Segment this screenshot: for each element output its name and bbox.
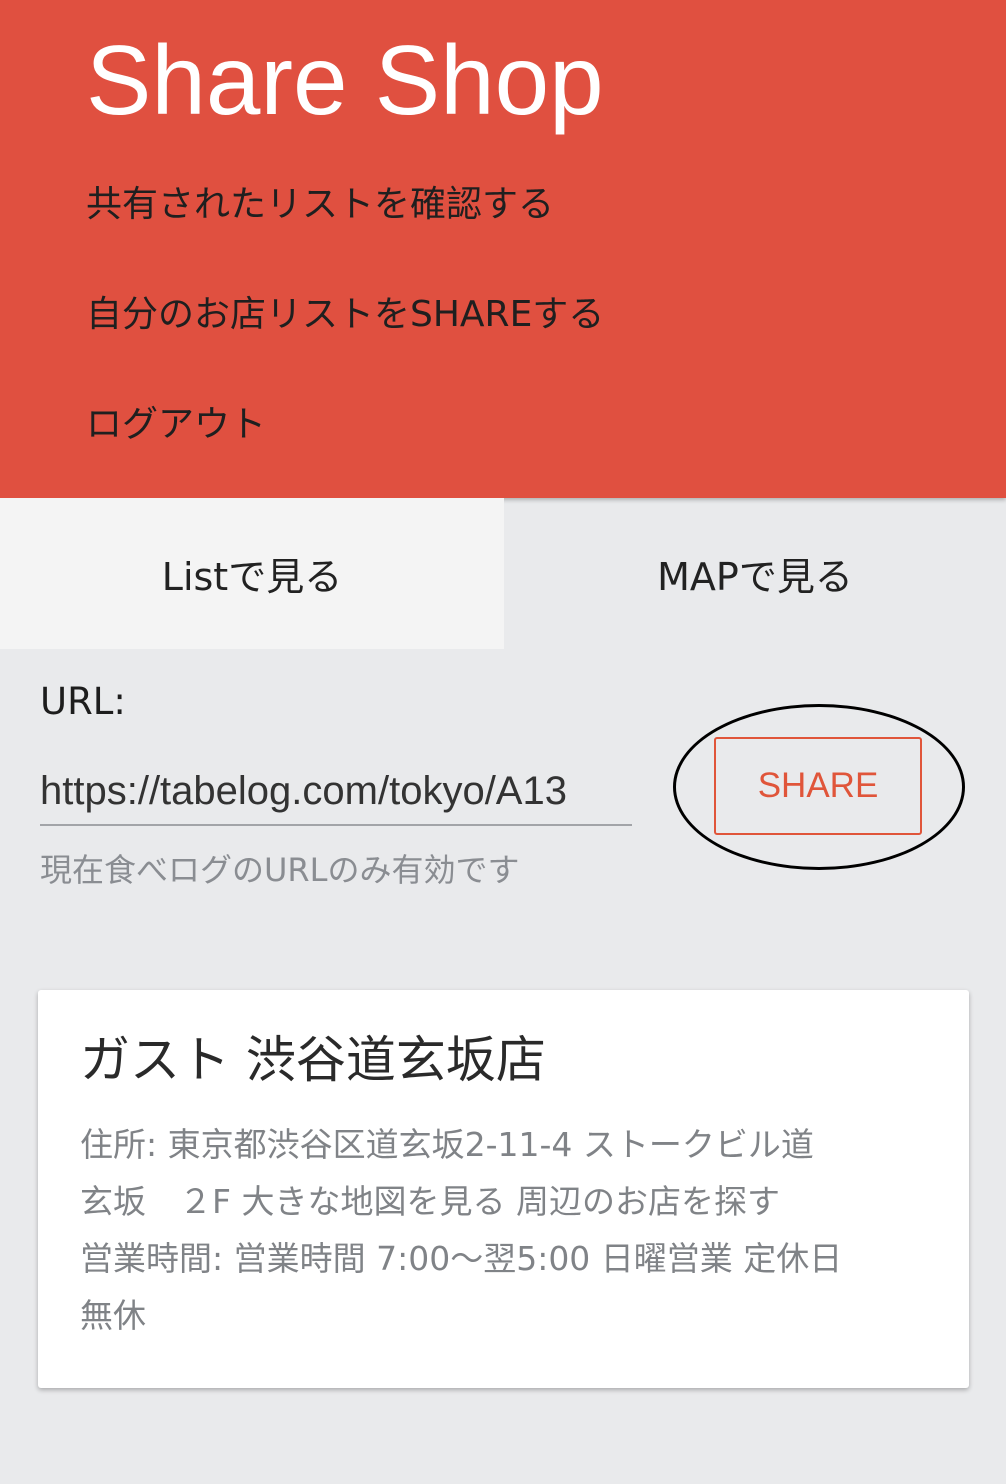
tab-list-view[interactable]: Listで見る — [0, 498, 504, 649]
app-title: Share Shop — [86, 25, 604, 135]
nav-logout[interactable]: ログアウト — [86, 403, 266, 447]
shop-details: 住所: 東京都渋谷区道玄坂2-11-4 ストークビル道 玄坂 ２F 大きな地図を… — [80, 1116, 940, 1344]
shop-detail-line: 無休 — [80, 1296, 146, 1335]
view-tabs: Listで見る MAPで見る — [0, 498, 1006, 649]
url-input[interactable] — [40, 758, 632, 826]
share-button[interactable]: SHARE — [714, 737, 922, 835]
shop-name: ガスト 渋谷道玄坂店 — [80, 1031, 546, 1089]
url-hint: 現在食べログのURLのみ有効です — [40, 851, 520, 889]
url-label: URL: — [40, 680, 126, 723]
shop-card[interactable]: ガスト 渋谷道玄坂店 住所: 東京都渋谷区道玄坂2-11-4 ストークビル道 玄… — [38, 990, 969, 1388]
shop-detail-line: 営業時間: 営業時間 7:00～翌5:00 日曜営業 定休日 — [80, 1239, 843, 1278]
app-header: Share Shop 共有されたリストを確認する 自分のお店リストをSHAREす… — [0, 0, 1006, 498]
shop-detail-line: 玄坂 ２F 大きな地図を見る 周辺のお店を探す — [80, 1182, 780, 1221]
tab-map-view[interactable]: MAPで見る — [504, 498, 1006, 649]
shop-detail-line: 住所: 東京都渋谷区道玄坂2-11-4 ストークビル道 — [80, 1125, 814, 1164]
nav-share-my-list[interactable]: 自分のお店リストをSHAREする — [86, 293, 604, 337]
nav-view-shared-list[interactable]: 共有されたリストを確認する — [86, 183, 554, 227]
